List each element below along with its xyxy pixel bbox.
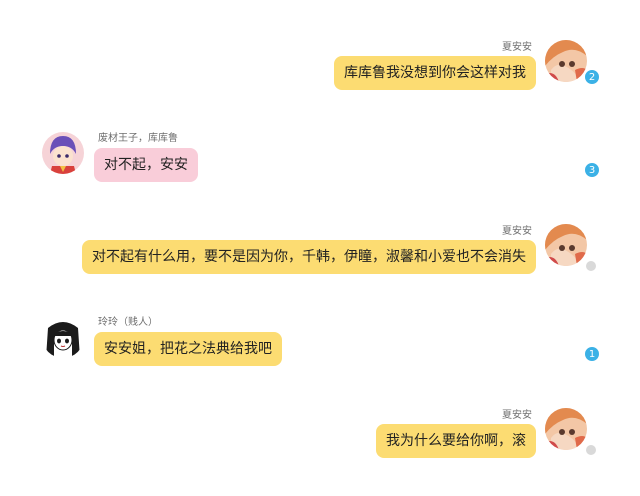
read-status-dot xyxy=(585,444,597,456)
unread-badge: 1 xyxy=(584,346,600,362)
message-bubble[interactable]: 安安姐，把花之法典给我吧 xyxy=(94,332,282,366)
read-status-dot xyxy=(585,260,597,272)
anan-avatar-icon[interactable] xyxy=(545,408,587,450)
lingling-avatar-icon[interactable] xyxy=(42,316,84,358)
anan-avatar-icon[interactable] xyxy=(545,224,587,266)
sender-name: 夏安安 xyxy=(502,226,532,237)
sender-name: 玲玲（贱人） xyxy=(98,317,158,328)
sender-name: 废材王子，库库鲁 xyxy=(98,133,178,144)
kukulu-avatar-icon[interactable] xyxy=(42,132,84,174)
sender-name: 夏安安 xyxy=(502,410,532,421)
sender-name: 夏安安 xyxy=(502,42,532,53)
message-bubble[interactable]: 对不起，安安 xyxy=(94,148,198,182)
message-bubble[interactable]: 对不起有什么用，要不是因为你，千韩，伊瞳，淑馨和小爱也不会消失 xyxy=(82,240,536,274)
message-bubble[interactable]: 库库鲁我没想到你会这样对我 xyxy=(334,56,536,90)
message-bubble[interactable]: 我为什么要给你啊，滚 xyxy=(376,424,536,458)
unread-badge: 2 xyxy=(584,69,600,85)
anan-avatar-icon[interactable] xyxy=(545,40,587,82)
unread-badge: 3 xyxy=(584,162,600,178)
